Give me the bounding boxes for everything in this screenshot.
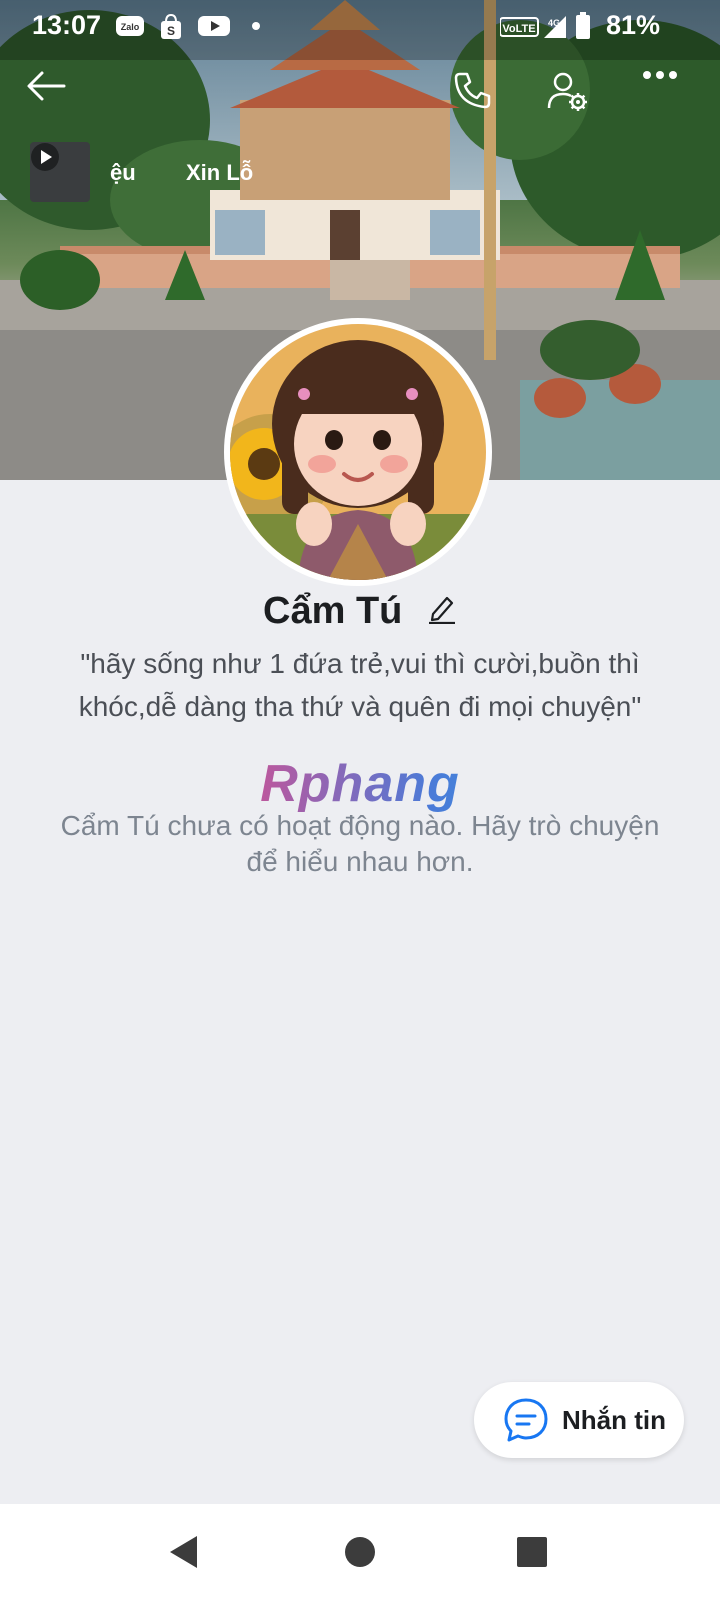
triangle-back-icon: [170, 1536, 197, 1568]
music-thumbnail: [30, 142, 90, 202]
avatar[interactable]: [224, 318, 492, 586]
battery-percent: 81%: [605, 10, 660, 40]
nav-recents-button[interactable]: [510, 1530, 554, 1574]
profile-name: Cẩm Tú: [263, 590, 403, 632]
avatar-image: [230, 324, 486, 580]
more-horizontal-icon: [643, 71, 677, 79]
phone-icon: [454, 72, 491, 109]
pencil-icon: [428, 597, 455, 625]
watermark-logo: Rphang: [0, 754, 720, 814]
nav-home-button[interactable]: [338, 1530, 382, 1574]
arrow-left-icon: [27, 71, 66, 101]
empty-activity-message: Cẩm Tú chưa có hoạt động nào. Hãy trò ch…: [60, 810, 660, 877]
square-recents-icon: [517, 1537, 547, 1567]
play-icon: [31, 143, 59, 171]
profile-bio: "hãy sống như 1 đứa trẻ,vui thì cười,buồ…: [78, 648, 642, 722]
nav-back-button[interactable]: [162, 1530, 206, 1574]
profile-name-row: Cẩm Tú: [0, 590, 720, 634]
music-title-partial: ệu: [110, 160, 136, 185]
send-message-button[interactable]: Nhắn tin: [474, 1382, 684, 1458]
edit-name-button[interactable]: [427, 591, 457, 634]
profile-settings-button[interactable]: [546, 70, 602, 126]
music-title: Xin Lỗ: [186, 160, 254, 185]
circle-home-icon: [345, 1537, 375, 1567]
chat-bubble-icon: [504, 1398, 548, 1442]
call-button[interactable]: [452, 70, 508, 126]
system-nav-bar: [0, 1504, 720, 1600]
svg-text:S: S: [167, 24, 175, 38]
profile-music[interactable]: ệu Xin Lỗ: [30, 142, 270, 202]
back-button[interactable]: [26, 70, 82, 126]
status-bar: 13:07 Zalo S VoLTE 4G 81%: [0, 0, 720, 52]
svg-text:4G: 4G: [548, 18, 560, 28]
svg-text:VoLTE: VoLTE: [502, 23, 535, 35]
user-gear-icon: [547, 72, 587, 111]
more-options-button[interactable]: [642, 70, 698, 126]
status-time: 13:07: [32, 10, 102, 40]
svg-text:Zalo: Zalo: [121, 22, 140, 32]
send-message-label: Nhắn tin: [562, 1404, 666, 1435]
